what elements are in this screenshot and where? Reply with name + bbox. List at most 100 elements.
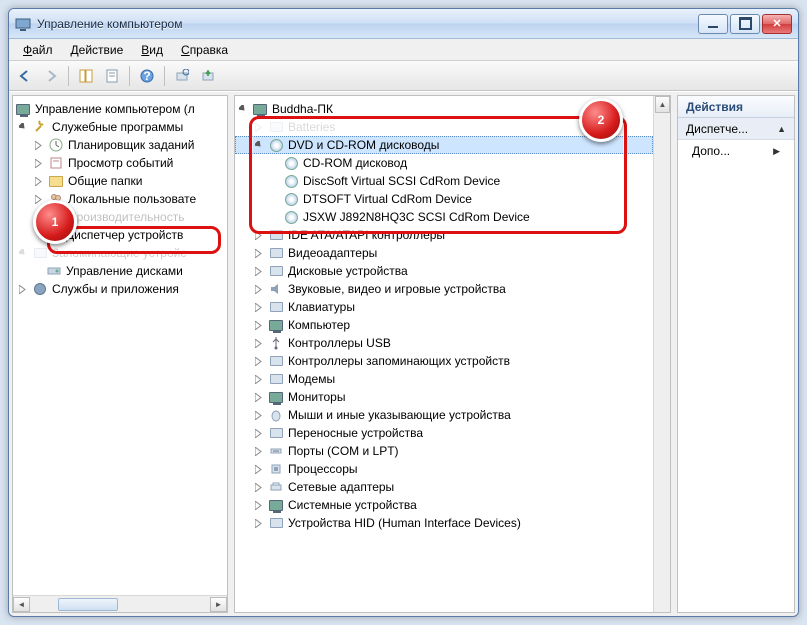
device-category[interactable]: Мыши и иные указывающие устройства — [235, 406, 653, 424]
device-category[interactable]: Batteries — [235, 118, 653, 136]
device-category[interactable]: Сетевые адаптеры — [235, 478, 653, 496]
disc-icon — [283, 173, 299, 189]
tree-event-viewer[interactable]: Просмотр событий — [13, 154, 227, 172]
clock-icon — [48, 137, 64, 153]
event-icon — [48, 155, 64, 171]
tree-services[interactable]: Службы и приложения — [13, 280, 227, 298]
forward-button[interactable] — [39, 64, 63, 88]
actions-pane: Действия Диспетче... ▲ Допо... ▶ — [677, 95, 795, 613]
display-icon — [268, 245, 284, 261]
scroll-right-button[interactable]: ► — [210, 597, 227, 612]
expander-icon[interactable] — [17, 121, 30, 134]
actions-header: Действия — [678, 96, 794, 118]
expander-icon[interactable] — [17, 247, 30, 260]
device-dvd-category[interactable]: DVD и CD-ROM дисководы — [235, 136, 653, 154]
users-icon — [48, 191, 64, 207]
device-scrollbar-vertical[interactable]: ▲ — [653, 96, 670, 612]
device-dvd-item[interactable]: JSXW J892N8HQ3C SCSI CdRom Device — [235, 208, 653, 226]
tree-storage[interactable]: Запоминающие устройс — [13, 244, 227, 262]
device-category[interactable]: Модемы — [235, 370, 653, 388]
chevron-right-icon: ▶ — [773, 146, 780, 157]
console-tree[interactable]: Управление компьютером (л Служебные прог… — [13, 96, 227, 302]
tree-performance[interactable]: Производительность — [13, 208, 227, 226]
portable-icon — [268, 425, 284, 441]
keyboard-icon — [268, 299, 284, 315]
perf-icon — [48, 209, 64, 225]
titlebar[interactable]: Управление компьютером — [9, 9, 798, 39]
properties-button[interactable] — [100, 64, 124, 88]
tree-system-tools[interactable]: Служебные программы — [13, 118, 227, 136]
device-computer-root[interactable]: Buddha-ПК — [235, 100, 653, 118]
update-driver-button[interactable] — [196, 64, 220, 88]
app-icon — [15, 16, 31, 32]
toolbar: ? — [9, 61, 798, 91]
tree-local-users[interactable]: Локальные пользовате — [13, 190, 227, 208]
port-icon — [268, 443, 284, 459]
tree-task-scheduler[interactable]: Планировщик заданий — [13, 136, 227, 154]
tree-root[interactable]: Управление компьютером (л — [13, 100, 227, 118]
disk-icon — [46, 263, 62, 279]
disc-icon — [283, 209, 299, 225]
device-category[interactable]: Клавиатуры — [235, 298, 653, 316]
minimize-button[interactable] — [698, 14, 728, 34]
device-category[interactable]: Видеоадаптеры — [235, 244, 653, 262]
menu-help[interactable]: Справка — [173, 41, 236, 59]
menu-file[interactable]: Файл — [15, 41, 61, 59]
device-category[interactable]: Устройства HID (Human Interface Devices) — [235, 514, 653, 532]
tree-disk-management[interactable]: Управление дисками — [13, 262, 227, 280]
device-category[interactable]: IDE ATA/ATAPI контроллеры — [235, 226, 653, 244]
device-dvd-item[interactable]: DTSOFT Virtual CdRom Device — [235, 190, 653, 208]
folder-icon — [48, 173, 64, 189]
tree-device-manager[interactable]: Диспетчер устройств — [13, 226, 227, 244]
maximize-button[interactable] — [730, 14, 760, 34]
close-button[interactable] — [762, 14, 792, 34]
sound-icon — [268, 281, 284, 297]
device-category[interactable]: Процессоры — [235, 460, 653, 478]
window-buttons — [698, 14, 792, 34]
menu-view[interactable]: Вид — [133, 41, 171, 59]
device-category[interactable]: Дисковые устройства — [235, 262, 653, 280]
expander-icon[interactable] — [33, 211, 46, 224]
hid-icon — [268, 515, 284, 531]
expander-icon[interactable] — [33, 139, 46, 152]
actions-section[interactable]: Диспетче... ▲ — [678, 118, 794, 140]
help-button[interactable]: ? — [135, 64, 159, 88]
network-icon — [268, 479, 284, 495]
device-category[interactable]: Контроллеры запоминающих устройств — [235, 352, 653, 370]
scroll-left-button[interactable]: ◄ — [13, 597, 30, 612]
device-category[interactable]: Контроллеры USB — [235, 334, 653, 352]
modem-icon — [268, 371, 284, 387]
device-tree[interactable]: Buddha-ПК Batteries DVD и CD-ROM дисково… — [235, 96, 653, 536]
device-category[interactable]: Переносные устройства — [235, 424, 653, 442]
storage-ctrl-icon — [268, 353, 284, 369]
device-category[interactable]: Звуковые, видео и игровые устройства — [235, 280, 653, 298]
expander-icon[interactable] — [33, 157, 46, 170]
show-hide-tree-button[interactable] — [74, 64, 98, 88]
device-dvd-item[interactable]: CD-ROM дисковод — [235, 154, 653, 172]
body: Управление компьютером (л Служебные прог… — [9, 91, 798, 616]
menu-action[interactable]: Действие — [63, 41, 132, 59]
device-category[interactable]: Порты (COM и LPT) — [235, 442, 653, 460]
expander-icon[interactable] — [237, 103, 250, 116]
device-category[interactable]: Мониторы — [235, 388, 653, 406]
device-tree-panel: Buddha-ПК Batteries DVD и CD-ROM дисково… — [234, 95, 671, 613]
disc-icon — [283, 155, 299, 171]
tree-shared-folders[interactable]: Общие папки — [13, 172, 227, 190]
expander-icon[interactable] — [33, 175, 46, 188]
expander-icon[interactable] — [33, 193, 46, 206]
expander-icon[interactable] — [253, 139, 266, 152]
left-scrollbar-horizontal[interactable]: ◄ ► — [13, 595, 227, 612]
actions-more[interactable]: Допо... ▶ — [678, 140, 794, 162]
scroll-thumb[interactable] — [58, 598, 118, 611]
device-category[interactable]: Компьютер — [235, 316, 653, 334]
console-tree-panel: Управление компьютером (л Служебные прог… — [12, 95, 228, 613]
cpu-icon — [268, 461, 284, 477]
expander-icon[interactable] — [17, 283, 30, 296]
services-icon — [32, 281, 48, 297]
scan-hardware-button[interactable] — [170, 64, 194, 88]
device-dvd-item[interactable]: DiscSoft Virtual SCSI CdRom Device — [235, 172, 653, 190]
scroll-up-button[interactable]: ▲ — [655, 96, 670, 113]
computer-mgmt-icon — [15, 101, 31, 117]
back-button[interactable] — [13, 64, 37, 88]
device-category[interactable]: Системные устройства — [235, 496, 653, 514]
